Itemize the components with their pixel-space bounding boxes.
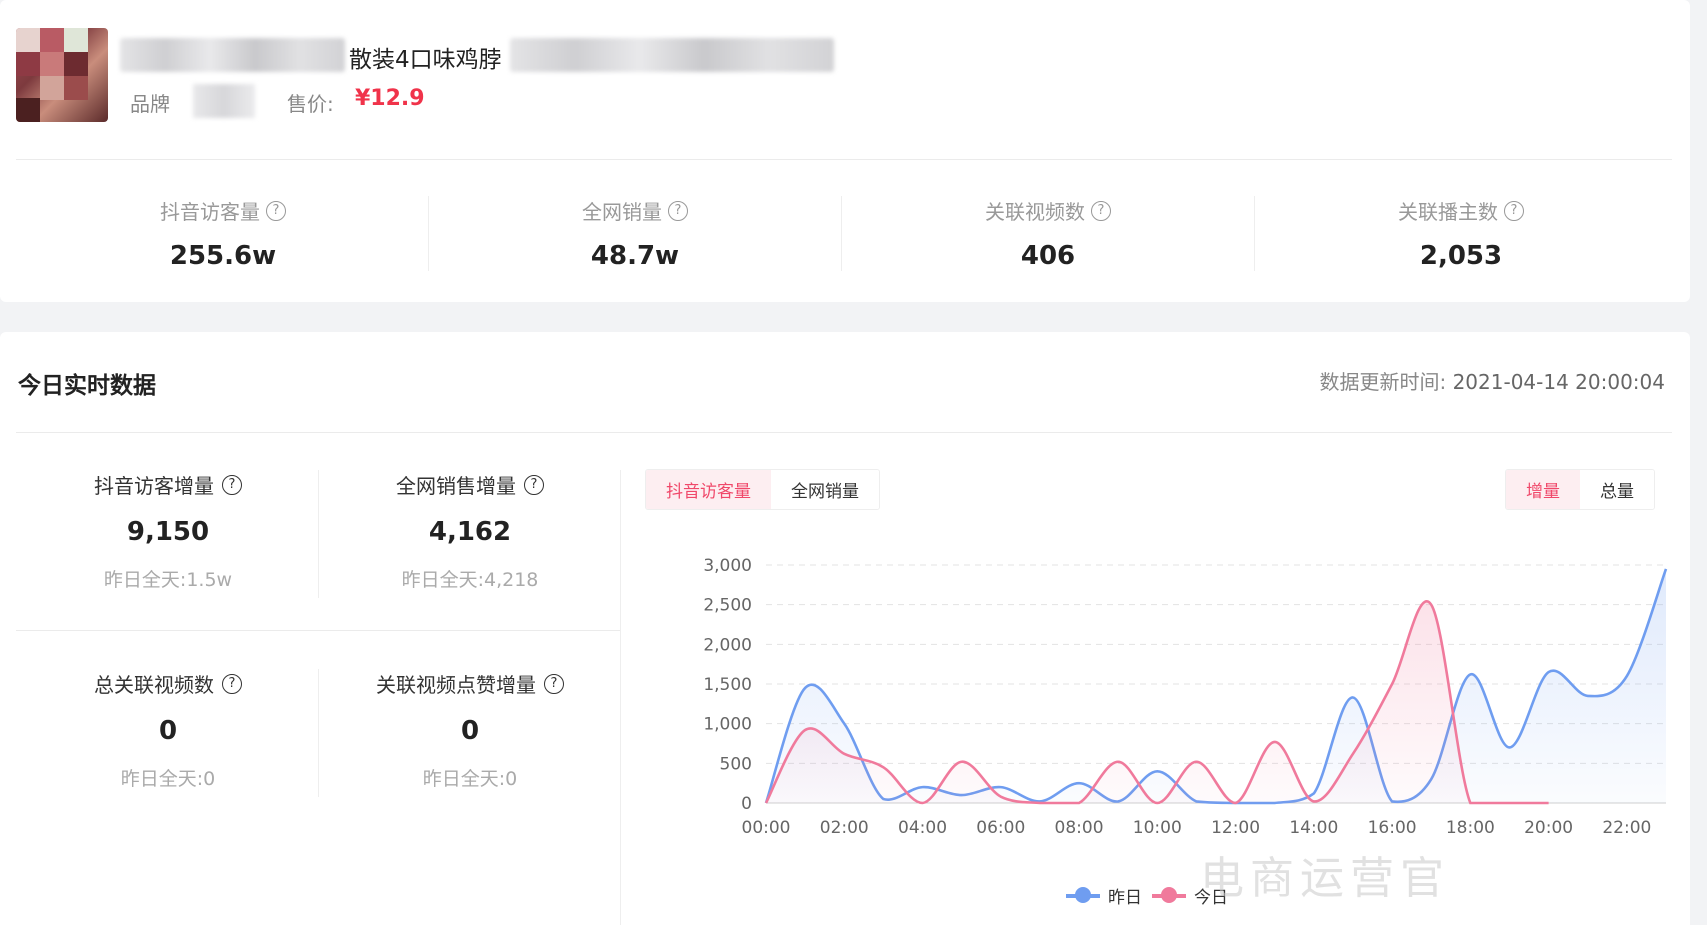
metric-label: 抖音访客增量 [94, 474, 214, 498]
tab-total[interactable]: 总量 [1580, 470, 1654, 509]
metric-sub-value: 1.5w [186, 569, 233, 591]
x-tick-label: 22:00 [1602, 818, 1651, 838]
stat-label: 关联播主数 [1398, 200, 1498, 224]
x-tick-label: 04:00 [898, 818, 947, 838]
x-tick-label: 14:00 [1289, 818, 1338, 838]
x-tick-label: 10:00 [1133, 818, 1182, 838]
redacted-title-suffix [510, 38, 834, 72]
divider [841, 196, 842, 271]
divider [16, 432, 1672, 433]
help-icon[interactable]: ? [544, 673, 564, 694]
help-icon[interactable]: ? [1504, 200, 1524, 221]
y-tick-label: 2,500 [703, 596, 752, 616]
stat-value: 406 [1020, 241, 1076, 271]
divider [1254, 196, 1255, 271]
metric-label: 全网销售增量 [396, 474, 516, 498]
series-area-yesterday [766, 568, 1666, 803]
stat-value: 48.7w [590, 241, 680, 271]
metric-sub-value: 4,218 [484, 569, 539, 591]
x-tick-label: 20:00 [1524, 818, 1573, 838]
y-tick-label: 500 [720, 754, 752, 774]
redacted-title-prefix [120, 38, 345, 72]
stat-douyin-visitors: 抖音访客量? 255.6w [18, 196, 428, 271]
stat-total-sales: 全网销量? 48.7w [430, 196, 840, 271]
metric-value: 0 [158, 716, 178, 746]
legend-label: 昨日 [1108, 888, 1142, 908]
tab-increment[interactable]: 增量 [1506, 470, 1580, 509]
product-thumbnail[interactable] [16, 28, 108, 122]
stat-value: 2,053 [1419, 241, 1503, 271]
x-tick-label: 12:00 [1211, 818, 1260, 838]
metric-visitor-increase: 抖音访客增量? 9,150 昨日全天:1.5w [18, 470, 318, 592]
help-icon[interactable]: ? [668, 200, 688, 221]
tab-douyin-visitors[interactable]: 抖音访客量 [646, 470, 771, 509]
metric-label: 关联视频点赞增量 [376, 673, 536, 697]
x-tick-label: 02:00 [820, 818, 869, 838]
stat-linked-creators: 关联播主数? 2,053 [1256, 196, 1666, 271]
stat-linked-videos: 关联视频数? 406 [843, 196, 1253, 271]
help-icon[interactable]: ? [266, 200, 286, 221]
metric-video-likes-increase: 关联视频点赞增量? 0 昨日全天:0 [320, 669, 620, 791]
price-label: 售价: [287, 92, 334, 116]
divider [318, 470, 319, 598]
update-time: 数据更新时间: 2021-04-14 20:00:04 [1319, 366, 1665, 395]
product-card: 散装4口味鸡脖 品牌 售价: ¥12.9 抖音访客量? 255.6w 全网销量?… [0, 0, 1690, 302]
divider [16, 159, 1672, 160]
metric-sub-value: 0 [505, 768, 518, 790]
mode-tab-group: 增量 总量 [1505, 469, 1655, 510]
y-tick-label: 2,000 [703, 635, 752, 655]
divider [16, 630, 620, 631]
y-tick-label: 0 [741, 794, 752, 814]
metric-value: 0 [460, 716, 480, 746]
watermark-text: 电商运营官 [1200, 853, 1450, 904]
metric-sub-label: 昨日全天: [422, 768, 506, 790]
metric-sub-label: 昨日全天: [120, 768, 204, 790]
x-tick-label: 00:00 [742, 818, 791, 838]
legend-marker-blue [1066, 886, 1100, 903]
help-icon[interactable]: ? [222, 673, 242, 694]
legend-marker-pink [1152, 886, 1186, 903]
stat-label: 抖音访客量 [160, 200, 260, 224]
legend-item-yesterday[interactable]: 昨日 [1066, 883, 1142, 908]
metric-total-videos: 总关联视频数? 0 昨日全天:0 [18, 669, 318, 791]
stat-value: 255.6w [169, 241, 277, 271]
update-time-value: 2021-04-14 20:00:04 [1452, 370, 1665, 394]
metric-value: 4,162 [428, 517, 512, 547]
y-tick-label: 3,000 [703, 556, 752, 576]
metric-sub-value: 0 [203, 768, 216, 790]
section-title: 今日实时数据 [18, 373, 156, 399]
product-title: 散装4口味鸡脖 [349, 47, 502, 73]
help-icon[interactable]: ? [1091, 200, 1111, 221]
divider [620, 470, 621, 925]
metric-tab-group: 抖音访客量 全网销量 [645, 469, 880, 510]
metric-sub-label: 昨日全天: [401, 569, 484, 591]
divider [318, 669, 319, 797]
x-tick-label: 08:00 [1055, 818, 1104, 838]
metric-sales-increase: 全网销售增量? 4,162 昨日全天:4,218 [320, 470, 620, 592]
x-tick-label: 18:00 [1446, 818, 1495, 838]
metric-label: 总关联视频数 [94, 673, 214, 697]
y-tick-label: 1,500 [703, 675, 752, 695]
y-tick-label: 1,000 [703, 715, 752, 735]
stat-label: 关联视频数 [985, 200, 1085, 224]
help-icon[interactable]: ? [222, 474, 242, 495]
stat-label: 全网销量 [582, 200, 662, 224]
redacted-brand [193, 84, 255, 118]
divider [428, 196, 429, 271]
update-time-label: 数据更新时间: [1319, 370, 1447, 394]
help-icon[interactable]: ? [524, 474, 544, 495]
price-value: ¥12.9 [355, 86, 425, 111]
visitor-trend-chart: 0 500 1,000 1,500 2,000 2,500 3,000 00:00 02:00 0… [703, 556, 1668, 838]
metric-sub-label: 昨日全天: [103, 569, 187, 591]
x-tick-label: 16:00 [1368, 818, 1417, 838]
tab-total-sales[interactable]: 全网销量 [771, 470, 879, 509]
brand-label: 品牌 [130, 92, 170, 116]
x-tick-label: 06:00 [976, 818, 1025, 838]
metric-value: 9,150 [126, 517, 210, 547]
